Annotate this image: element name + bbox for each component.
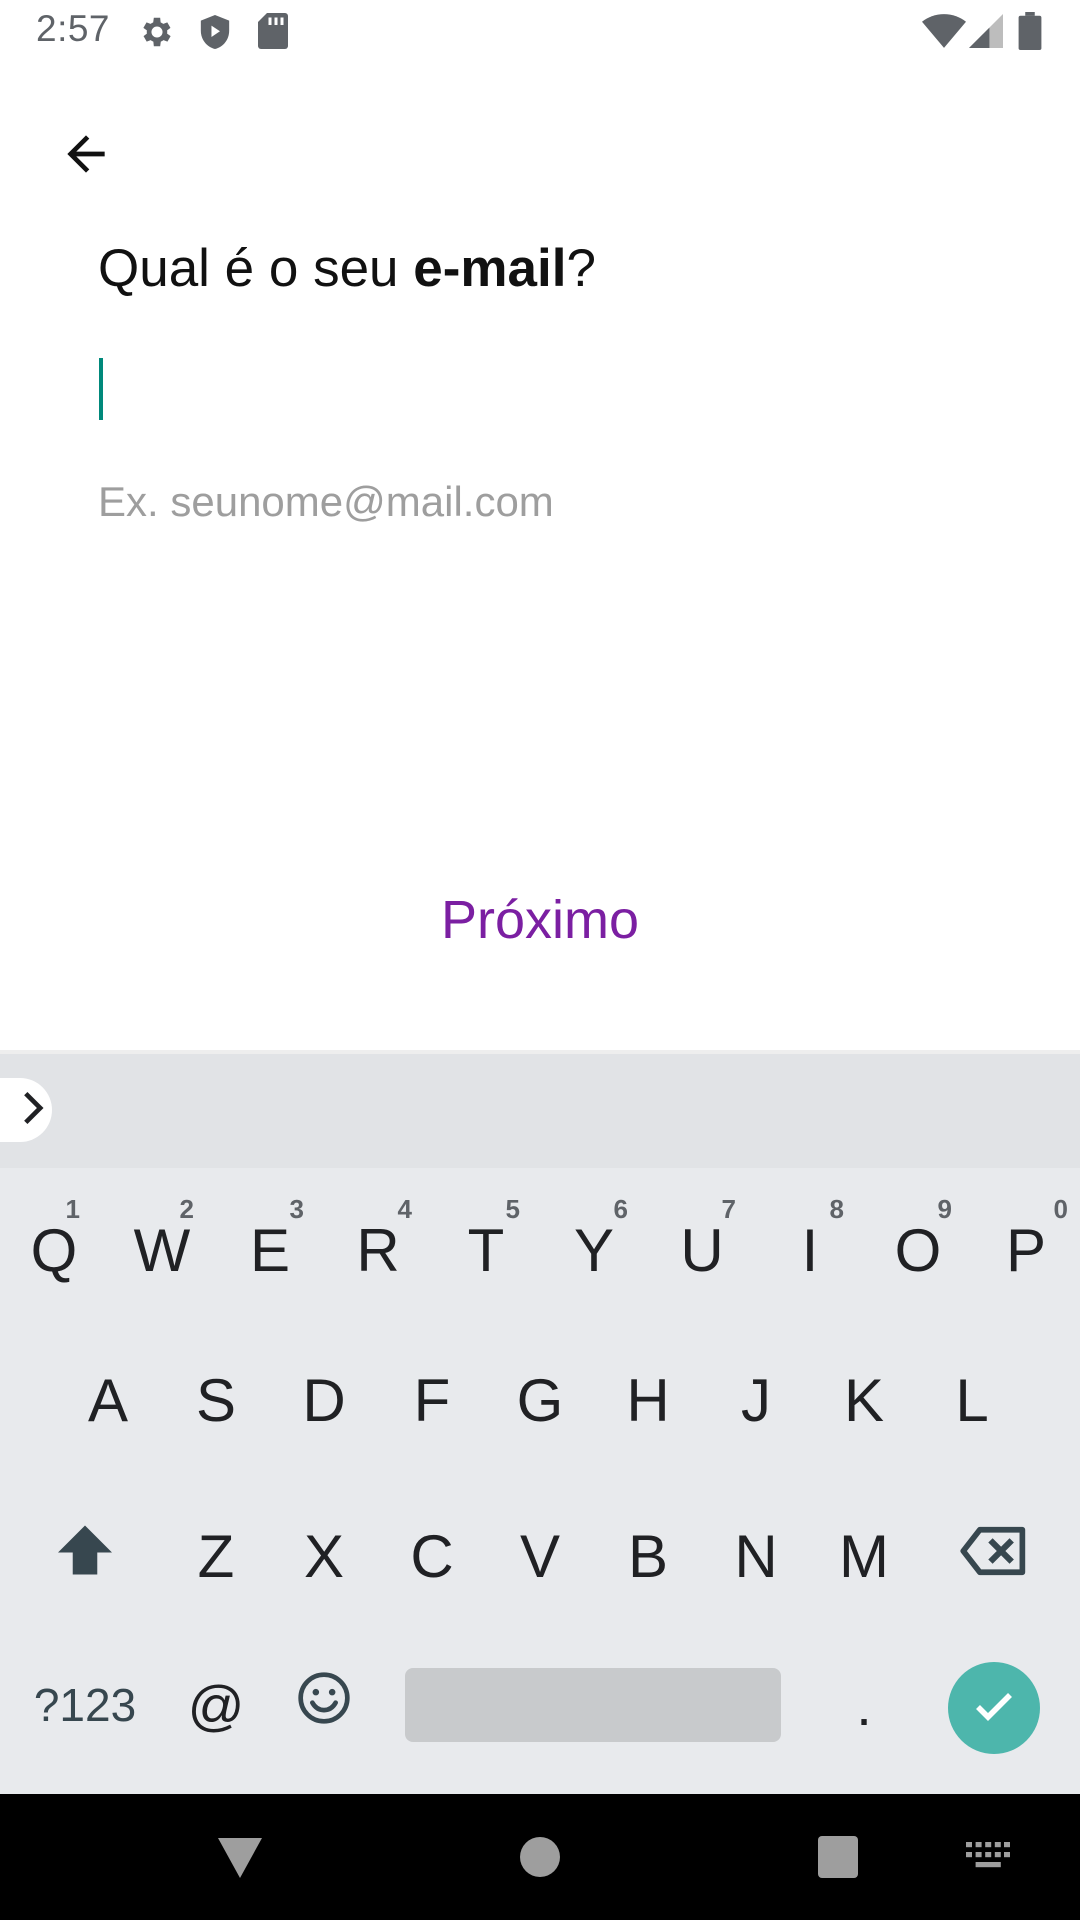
- question-text: Qual é o seu: [98, 239, 414, 298]
- backspace-key[interactable]: [932, 1496, 1056, 1616]
- home-circle-icon[interactable]: [520, 1837, 560, 1882]
- key-d[interactable]: D: [270, 1340, 378, 1460]
- key-v[interactable]: V: [486, 1496, 594, 1616]
- key-p[interactable]: P0: [972, 1190, 1080, 1310]
- shift-key[interactable]: [20, 1496, 150, 1616]
- key-c[interactable]: C: [378, 1496, 486, 1616]
- key-hint: 8: [829, 1194, 844, 1224]
- key-g[interactable]: G: [486, 1340, 594, 1460]
- key-label: W: [133, 1216, 191, 1284]
- key-e[interactable]: E3: [216, 1190, 324, 1310]
- space-key[interactable]: [405, 1668, 781, 1742]
- key-k[interactable]: K: [810, 1340, 918, 1460]
- key-hint: 7: [721, 1194, 736, 1224]
- key-label: P: [1005, 1216, 1047, 1284]
- chevron-right-icon: [18, 1090, 48, 1131]
- key-label: I: [801, 1216, 819, 1284]
- key-b[interactable]: B: [594, 1496, 702, 1616]
- battery-icon: [1018, 12, 1042, 55]
- cell-signal-icon: [968, 14, 1004, 53]
- emoji-key[interactable]: [270, 1650, 378, 1760]
- key-y[interactable]: Y6: [540, 1190, 648, 1310]
- keyboard-switch-icon[interactable]: [966, 1842, 1010, 1877]
- example-hint: Ex. seunome@mail.com: [98, 478, 554, 525]
- symbols-key[interactable]: ?123: [20, 1650, 150, 1760]
- key-w[interactable]: W2: [108, 1190, 216, 1310]
- suggestion-strip: [0, 1054, 1080, 1168]
- shield-icon: [198, 13, 232, 56]
- key-x[interactable]: X: [270, 1496, 378, 1616]
- key-s[interactable]: S: [162, 1340, 270, 1460]
- key-label: E: [249, 1216, 291, 1284]
- enter-key[interactable]: [948, 1662, 1040, 1754]
- text-cursor: [99, 358, 103, 420]
- key-hint: 0: [1053, 1194, 1068, 1224]
- shift-icon: [55, 1522, 115, 1591]
- key-t[interactable]: T5: [432, 1190, 540, 1310]
- key-h[interactable]: H: [594, 1340, 702, 1460]
- key-label: Q: [30, 1216, 78, 1284]
- wifi-icon: [922, 14, 966, 53]
- page-title: Qual é o seu e-mail?: [98, 238, 596, 299]
- key-hint: 4: [397, 1194, 412, 1224]
- checkmark-icon: [970, 1682, 1018, 1735]
- key-f[interactable]: F: [378, 1340, 486, 1460]
- period-key[interactable]: .: [810, 1650, 918, 1760]
- key-q[interactable]: Q1: [0, 1190, 108, 1310]
- key-label: O: [894, 1216, 942, 1284]
- key-u[interactable]: U7: [648, 1190, 756, 1310]
- key-hint: 6: [613, 1194, 628, 1224]
- key-label: T: [467, 1216, 505, 1284]
- key-label: U: [680, 1216, 724, 1284]
- back-triangle-icon[interactable]: [216, 1836, 264, 1885]
- key-n[interactable]: N: [702, 1496, 810, 1616]
- sd-card-icon: [258, 13, 288, 54]
- recents-square-icon[interactable]: [818, 1836, 858, 1883]
- key-hint: 9: [937, 1194, 952, 1224]
- at-key[interactable]: @: [162, 1650, 270, 1760]
- status-time: 2:57: [36, 8, 111, 49]
- key-label: R: [356, 1216, 400, 1284]
- back-button[interactable]: [40, 110, 132, 202]
- settings-icon: [138, 13, 176, 56]
- key-r[interactable]: R4: [324, 1190, 432, 1310]
- key-j[interactable]: J: [702, 1340, 810, 1460]
- key-hint: 2: [179, 1194, 194, 1224]
- key-o[interactable]: O9: [864, 1190, 972, 1310]
- smiley-icon: [296, 1670, 352, 1740]
- key-label: Y: [573, 1216, 615, 1284]
- next-button[interactable]: Próximo: [340, 880, 740, 960]
- question-bold: e-mail: [413, 239, 567, 298]
- key-hint: 1: [65, 1194, 80, 1224]
- key-i[interactable]: I8: [756, 1190, 864, 1310]
- key-l[interactable]: L: [918, 1340, 1026, 1460]
- key-hint: 3: [289, 1194, 304, 1224]
- key-hint: 5: [505, 1194, 520, 1224]
- arrow-left-icon: [58, 126, 114, 187]
- key-m[interactable]: M: [810, 1496, 918, 1616]
- backspace-icon: [958, 1522, 1030, 1591]
- key-a[interactable]: A: [54, 1340, 162, 1460]
- key-z[interactable]: Z: [162, 1496, 270, 1616]
- email-field[interactable]: [98, 352, 982, 422]
- question-suffix: ?: [566, 239, 596, 298]
